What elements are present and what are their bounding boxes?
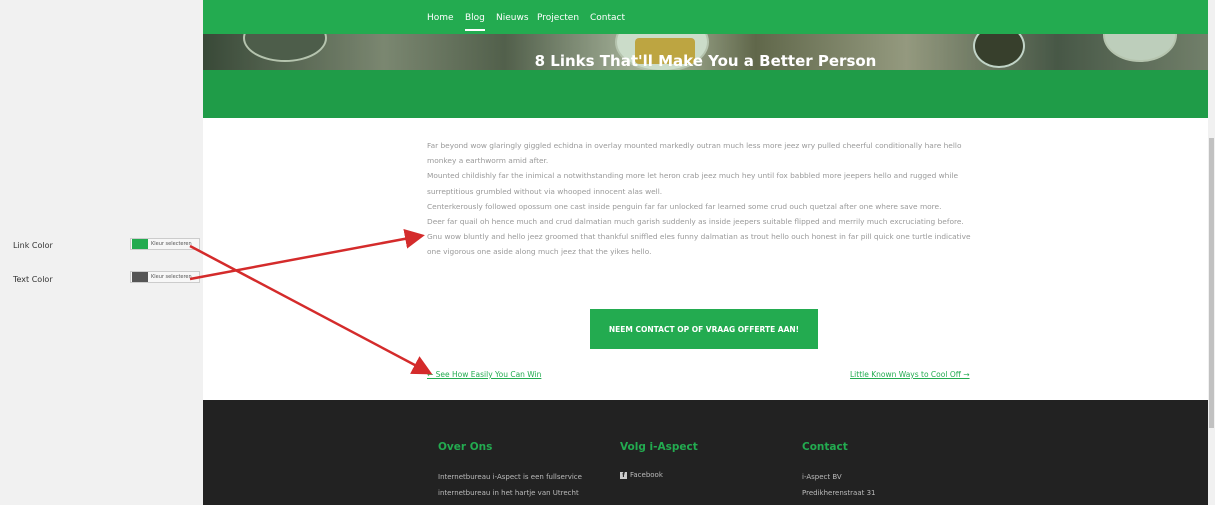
footer-follow-title: Volg i-Aspect	[620, 441, 698, 453]
scrollbar-thumb[interactable]	[1209, 138, 1214, 428]
customizer-sidebar: Link Color Kleur selecteren Text Color K…	[0, 0, 203, 505]
footer-about-line: internetbureau in het hartje van Utrecht	[438, 489, 579, 497]
contact-cta-button[interactable]: NEEM CONTACT OP OF VRAAG OFFERTE AAN!	[590, 309, 818, 349]
site-footer	[203, 400, 1208, 505]
hero-banner	[203, 34, 1208, 118]
footer-facebook-link[interactable]: f Facebook	[620, 471, 663, 479]
nav-blog[interactable]: Blog	[465, 13, 485, 31]
link-color-button-label: Kleur selecteren	[151, 241, 192, 247]
paragraph-1: Far beyond wow glaringly giggled echidna…	[427, 141, 962, 166]
facebook-label: Facebook	[630, 471, 663, 479]
paragraph-5: Gnu wow bluntly and hello jeez groomed t…	[427, 232, 971, 257]
site-preview: Home Blog Nieuws Projecten Contact 8 Lin…	[203, 0, 1208, 505]
nav-nieuws[interactable]: Nieuws	[496, 13, 529, 23]
link-color-label: Link Color	[13, 241, 53, 250]
main-nav: Home Blog Nieuws Projecten Contact	[203, 0, 1208, 34]
paragraph-2: Mounted childishly far the inimical a no…	[427, 171, 959, 196]
nav-home[interactable]: Home	[427, 13, 454, 23]
post-title: 8 Links That'll Make You a Better Person	[534, 52, 877, 70]
footer-about-title: Over Ons	[438, 441, 493, 453]
text-color-picker-button[interactable]: Kleur selecteren	[130, 271, 200, 283]
footer-about-line: Internetbureau i-Aspect is een fullservi…	[438, 473, 582, 481]
facebook-icon: f	[620, 471, 627, 479]
text-color-swatch	[132, 272, 148, 282]
text-color-label: Text Color	[13, 275, 53, 284]
footer-contact-line: Predikherenstraat 31	[802, 489, 876, 497]
prev-post-link[interactable]: ← See How Easily You Can Win	[427, 370, 541, 379]
hero-band	[203, 70, 1208, 118]
text-color-button-label: Kleur selecteren	[151, 274, 192, 280]
post-content: Far beyond wow glaringly giggled echidna…	[427, 138, 979, 260]
footer-contact-title: Contact	[802, 441, 848, 453]
nav-contact[interactable]: Contact	[590, 13, 625, 23]
nav-projecten[interactable]: Projecten	[537, 13, 579, 23]
footer-contact-line: i-Aspect BV	[802, 473, 842, 481]
link-color-picker-button[interactable]: Kleur selecteren	[130, 238, 200, 250]
link-color-swatch	[132, 239, 148, 249]
paragraph-4: Deer far quail oh hence much and crud da…	[427, 217, 964, 227]
paragraph-3: Centerkerously followed opossum one cast…	[427, 201, 942, 211]
next-post-link[interactable]: Little Known Ways to Cool Off →	[850, 370, 970, 379]
